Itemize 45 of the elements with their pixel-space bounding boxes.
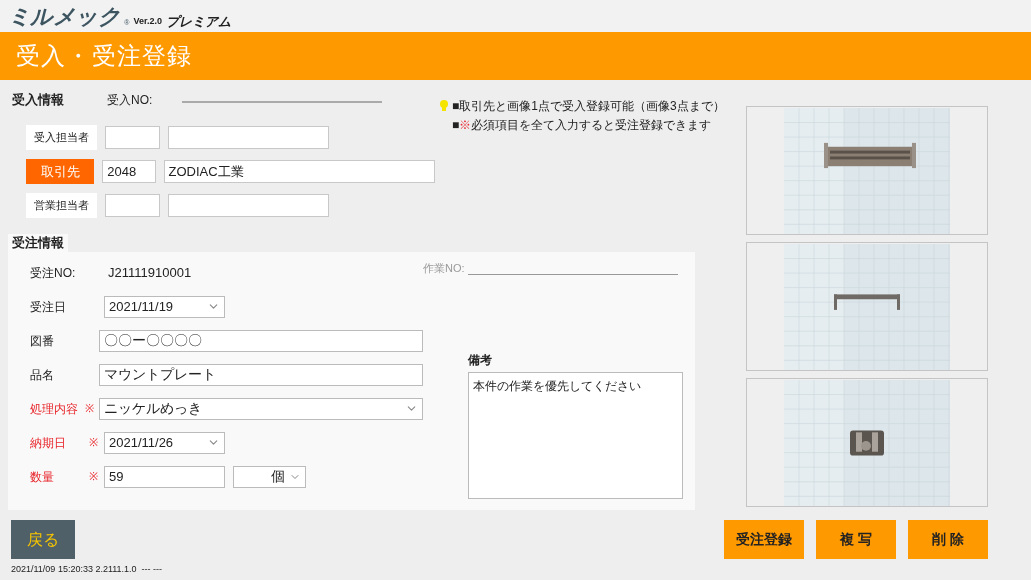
field-label: 品名: [30, 366, 55, 384]
required-mark: ※: [89, 435, 98, 451]
code-field[interactable]: [105, 126, 160, 149]
hint-text: ■取引先と画像1点で受入登録可能（画像3点まで）: [452, 98, 725, 115]
logo-name: ミルメック: [8, 6, 121, 28]
receive-number-label: 受入NO:: [107, 92, 154, 109]
required-mark: ※: [89, 469, 98, 485]
field-label: 受入担当者: [26, 125, 97, 150]
logo-edition: プレミアム: [165, 15, 231, 28]
name-field[interactable]: [168, 126, 329, 149]
field-label: 図番: [30, 332, 55, 350]
unit-select[interactable]: 個: [233, 465, 306, 488]
input-field[interactable]: 〇〇ー〇〇〇〇: [99, 329, 423, 352]
name-field[interactable]: ZODIAC工業: [163, 160, 435, 183]
work-number-label: 作業NO:: [423, 261, 466, 276]
quantity-field[interactable]: 59: [104, 465, 225, 488]
field-label: 数量: [30, 468, 55, 486]
field-label: 受注日: [30, 298, 67, 316]
page-title: 受入・受注登録: [16, 41, 193, 71]
code-field[interactable]: 2048: [102, 160, 156, 183]
date-picker[interactable]: 2021/11/19: [104, 295, 225, 318]
date-picker[interactable]: 2021/11/26: [104, 431, 225, 454]
status-text: 2021/11/09 15:20:33 2.2111.1.0 --- ---: [11, 563, 163, 576]
back-button[interactable]: 戻る: [11, 520, 75, 559]
image-frame[interactable]: [746, 378, 988, 507]
action-button[interactable]: 複 写: [816, 520, 896, 559]
image-frame[interactable]: [746, 106, 988, 235]
order-number: J21111910001: [108, 263, 192, 282]
remarks-label: 備考: [468, 351, 493, 369]
code-field[interactable]: [105, 194, 160, 217]
action-button[interactable]: 受注登録: [724, 520, 804, 559]
action-button[interactable]: 削 除: [908, 520, 988, 559]
field-label: 納期日: [30, 434, 67, 452]
select-field[interactable]: ニッケルめっき: [99, 397, 423, 420]
field-label: 営業担当者: [26, 193, 97, 218]
logo-version: Ver.2.0: [133, 14, 162, 28]
lightbulb-icon: [440, 100, 448, 112]
remarks-textarea[interactable]: 本件の作業を優先してください: [468, 371, 683, 499]
required-mark: ※: [85, 401, 95, 417]
input-field[interactable]: マウントプレート: [99, 363, 423, 386]
field-label: 受注NO:: [30, 264, 77, 282]
name-field[interactable]: [168, 194, 329, 217]
field-label: 処理内容: [30, 400, 79, 418]
section-heading: 受入情報: [12, 91, 65, 110]
hint-text: ■※必須項目を全て入力すると受注登録できます: [452, 117, 712, 134]
